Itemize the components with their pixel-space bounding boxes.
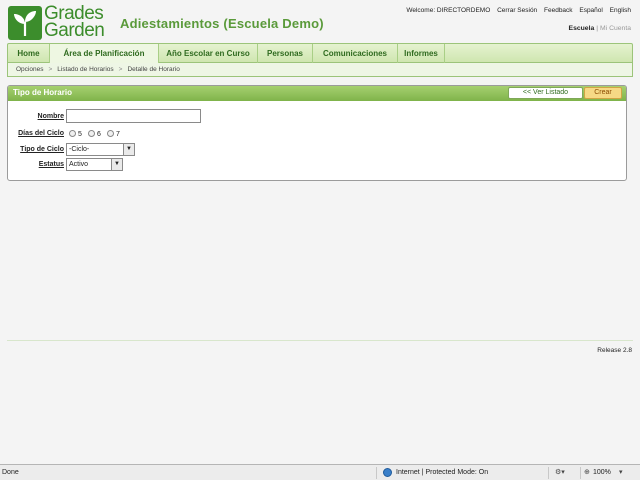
cycle-days-5[interactable]: 5: [69, 130, 82, 138]
breadcrumb-options[interactable]: Opciones: [16, 66, 43, 73]
nav-planning-area[interactable]: Área de Planificación: [50, 44, 159, 63]
breadcrumb-schedule-list[interactable]: Listado de Horarios: [57, 66, 113, 73]
my-account-link[interactable]: Mi Cuenta: [600, 25, 631, 32]
logo-text: Grades Garden: [44, 3, 105, 41]
spanish-link[interactable]: Español: [579, 7, 603, 14]
radio-icon[interactable]: [69, 130, 76, 137]
grades-garden-logo[interactable]: Grades Garden: [8, 3, 109, 42]
header: Grades Garden Adiestamientos (Escuela De…: [0, 0, 640, 44]
account-separator: |: [596, 25, 599, 32]
create-button[interactable]: Crear: [584, 87, 622, 99]
welcome-text: Welcome: DIRECTORDEMO: [406, 7, 491, 14]
school-link[interactable]: Escuela: [569, 25, 595, 32]
top-links: Welcome: DIRECTORDEMO Cerrar Sesión Feed…: [401, 7, 631, 14]
security-zone[interactable]: Internet | Protected Mode: On: [396, 469, 488, 476]
english-link[interactable]: English: [610, 7, 631, 14]
zoom-level[interactable]: 100%: [593, 469, 611, 476]
cycle-days-label: Días del Ciclo: [18, 130, 64, 137]
schedule-type-panel: Tipo de Horario << Ver Listado Crear Nom…: [7, 85, 627, 181]
nav-home[interactable]: Home: [8, 44, 50, 63]
panel-title: Tipo de Horario: [13, 88, 72, 97]
app-title: Adiestamientos (Escuela Demo): [120, 16, 324, 31]
cycle-days-7[interactable]: 7: [107, 130, 120, 138]
release-version: Release 2.8: [597, 347, 632, 354]
feedback-link[interactable]: Feedback: [544, 7, 573, 14]
status-divider: [376, 467, 377, 479]
breadcrumb-chevron-icon: >: [118, 66, 123, 73]
status-select[interactable]: Activo ▼: [66, 158, 123, 171]
main-nav: Home Área de Planificación Año Escolar e…: [7, 43, 633, 63]
panel-header: Tipo de Horario << Ver Listado Crear: [8, 86, 626, 101]
status-divider: [548, 467, 549, 479]
chevron-down-icon[interactable]: ▼: [111, 159, 122, 170]
chevron-down-icon[interactable]: ▼: [123, 144, 134, 155]
radio-icon[interactable]: [88, 130, 95, 137]
name-label: Nombre: [37, 113, 64, 120]
cycle-days-6[interactable]: 6: [88, 130, 101, 138]
status-text: Done: [2, 469, 19, 476]
cycle-type-select[interactable]: -Ciclo- ▼: [66, 143, 135, 156]
status-label: Estatus: [38, 161, 64, 168]
logout-link[interactable]: Cerrar Sesión: [497, 7, 537, 14]
nav-people[interactable]: Personas: [258, 44, 313, 63]
breadcrumb: Opciones > Listado de Horarios > Detalle de …: [7, 63, 633, 77]
account-switch: Escuela | Mi Cuenta: [569, 25, 631, 32]
name-input[interactable]: [66, 109, 201, 123]
nav-current-school-year[interactable]: Año Escolar en Curso: [159, 44, 258, 63]
breadcrumb-schedule-detail: Detalle de Horario: [127, 66, 180, 73]
protected-mode-icon[interactable]: ⚙▾: [555, 468, 565, 476]
browser-status-bar: Done Internet | Protected Mode: On ⚙▾ ⊕ …: [0, 464, 640, 480]
globe-icon: [383, 468, 392, 477]
status-divider: [580, 467, 581, 479]
footer-divider: [7, 340, 633, 341]
cycle-type-label: Tipo de Ciclo: [20, 146, 64, 153]
breadcrumb-chevron-icon: >: [48, 66, 53, 73]
view-list-button[interactable]: << Ver Listado: [508, 87, 583, 99]
logo-sprout-icon: [8, 6, 42, 40]
nav-reports[interactable]: Informes: [398, 44, 445, 63]
nav-communications[interactable]: Comunicaciones: [313, 44, 398, 63]
zoom-icon[interactable]: ⊕: [584, 468, 590, 476]
zoom-dropdown-icon[interactable]: ▾: [619, 468, 623, 476]
radio-icon[interactable]: [107, 130, 114, 137]
